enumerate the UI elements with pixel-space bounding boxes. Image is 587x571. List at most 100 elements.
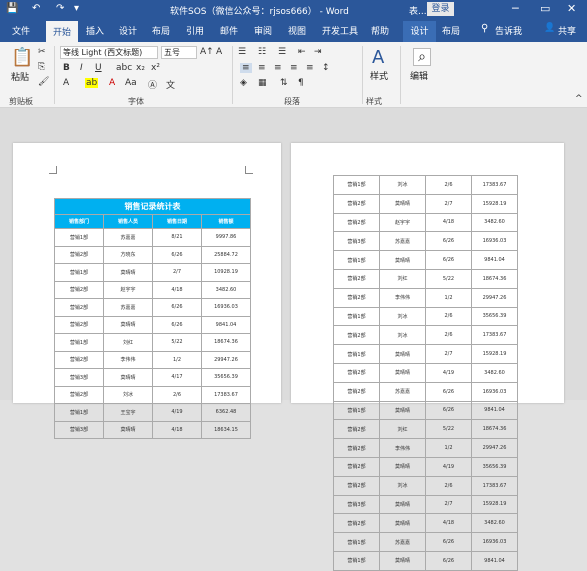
- table-cell[interactable]: 3482.60: [201, 280, 251, 299]
- table-cell[interactable]: 营销2部: [54, 245, 104, 264]
- table-cell[interactable]: 刘红: [103, 333, 153, 352]
- justify-icon[interactable]: ≡: [290, 63, 298, 73]
- table-cell[interactable]: 2/6: [152, 385, 202, 404]
- table-cell[interactable]: 刘红: [379, 419, 426, 440]
- table-cell[interactable]: 2/7: [425, 344, 472, 364]
- table-cell[interactable]: 2/7: [425, 494, 472, 515]
- table-cell[interactable]: 营销2部: [333, 212, 380, 233]
- lightbulb-icon[interactable]: ⚲: [481, 23, 488, 41]
- table-cell[interactable]: 35656.39: [471, 456, 518, 477]
- table-cell[interactable]: 16936.03: [471, 532, 518, 552]
- table-cell[interactable]: 刘冰: [103, 385, 153, 404]
- sales-table-2[interactable]: 营销1部 刘冰 2/6 17383.67 营销2部 莫晴晴 2/7 15928.19 营销2部赵…: [333, 175, 518, 571]
- table-cell[interactable]: 1/2: [425, 287, 472, 308]
- table-cell[interactable]: 6/26: [425, 381, 472, 402]
- table-cell[interactable]: 15928.19: [471, 193, 518, 214]
- table-cell[interactable]: 刘冰: [379, 325, 426, 346]
- table-row[interactable]: 营销2部 李伟伟 1/2 29947.26: [333, 287, 518, 308]
- table-row[interactable]: 营销3部 莫晴晴 4/17 35656.39: [54, 368, 251, 387]
- align-left-icon[interactable]: ≡: [240, 63, 252, 73]
- table-row[interactable]: 营销2部 莫晴晴 2/7 15928.19: [333, 193, 518, 214]
- table-cell[interactable]: 莫晴晴: [103, 368, 153, 387]
- table-cell[interactable]: 营销2部: [333, 456, 380, 477]
- table-cell[interactable]: 9841.04: [471, 400, 518, 421]
- table-cell[interactable]: 1/2: [152, 350, 202, 369]
- customize-icon[interactable]: ▾: [74, 3, 79, 14]
- save-icon[interactable]: 💾: [6, 3, 18, 14]
- table-row[interactable]: 营销3部 莫晴晴 4/18 18634.15: [54, 420, 251, 439]
- table-cell[interactable]: 17383.67: [471, 175, 518, 195]
- char-shading-icon[interactable]: Aa: [125, 78, 137, 88]
- table-cell[interactable]: 1/2: [425, 438, 472, 458]
- table-cell[interactable]: 6362.48: [201, 403, 251, 422]
- table-cell[interactable]: 9841.04: [471, 250, 518, 270]
- table-row[interactable]: 营销2部 赵宇宇 4/18 3482.60: [333, 212, 518, 233]
- table-cell[interactable]: 营销3部: [333, 494, 380, 515]
- table-cell[interactable]: 营销2部: [333, 287, 380, 308]
- table-cell[interactable]: 苏嘉嘉: [379, 532, 426, 552]
- tab-review[interactable]: 审阅: [254, 24, 272, 42]
- sales-table-1[interactable]: 销售记录统计表 销售部门 销售人员 销售日期 销售额 营销1部 苏嘉嘉 8/21 9997.…: [54, 198, 251, 439]
- table-cell[interactable]: 刘冰: [379, 175, 426, 195]
- login-button[interactable]: 登录: [427, 2, 454, 16]
- table-cell[interactable]: 16936.03: [471, 381, 518, 402]
- paste-button[interactable]: 粘贴: [11, 70, 29, 83]
- table-cell[interactable]: 刘红: [379, 268, 426, 289]
- subscript-icon[interactable]: x₂: [136, 63, 145, 73]
- table-cell[interactable]: 营销1部: [54, 403, 104, 422]
- table-row[interactable]: 营销2部 莫晴晴 4/18 3482.60: [333, 513, 518, 534]
- table-row[interactable]: 营销1部 莫晴晴 6/26 9841.04: [333, 550, 518, 571]
- table-cell[interactable]: 29947.26: [201, 350, 251, 369]
- strikethrough-icon[interactable]: abc: [116, 63, 132, 73]
- shading-icon[interactable]: ◈: [240, 78, 247, 88]
- table-cell[interactable]: 刘冰: [379, 306, 426, 327]
- table-cell[interactable]: 营销1部: [54, 263, 104, 282]
- table-cell[interactable]: 6/26: [425, 532, 472, 552]
- table-row[interactable]: 营销1部 王宝宇 4/19 6362.48: [54, 403, 251, 422]
- table-row[interactable]: 营销2部 赵宇宇 4/18 3482.60: [54, 280, 251, 299]
- table-cell[interactable]: 18674.36: [471, 268, 518, 289]
- table-cell[interactable]: 2/6: [425, 325, 472, 346]
- increase-indent-icon[interactable]: ⇥: [314, 47, 322, 57]
- phonetic-guide-icon[interactable]: 文: [166, 78, 175, 91]
- table-cell[interactable]: 15928.19: [471, 494, 518, 515]
- align-center-icon[interactable]: ≡: [258, 63, 266, 73]
- table-cell[interactable]: 2/6: [425, 475, 472, 496]
- table-row[interactable]: 营销2部 刘冰 2/6 17383.67: [333, 475, 518, 496]
- table-cell[interactable]: 3482.60: [471, 212, 518, 233]
- tab-layout[interactable]: 布局: [152, 24, 170, 42]
- font-name-combo[interactable]: 等线 Light (西文标题): [60, 46, 158, 59]
- table-cell[interactable]: 营销1部: [54, 228, 104, 247]
- enclose-char-icon[interactable]: Ⓐ: [148, 78, 157, 91]
- table-cell[interactable]: 莫晴晴: [379, 400, 426, 421]
- tab-help[interactable]: 帮助: [371, 24, 389, 42]
- table-cell[interactable]: 5/22: [425, 419, 472, 440]
- table-cell[interactable]: 4/19: [425, 362, 472, 383]
- table-cell[interactable]: 莫晴晴: [379, 250, 426, 270]
- table-cell[interactable]: 8/21: [152, 228, 202, 247]
- table-row[interactable]: 营销2部 刘冰 2/6 17383.67: [54, 385, 251, 404]
- table-cell[interactable]: 苏嘉嘉: [379, 381, 426, 402]
- tab-home[interactable]: 开始: [46, 21, 78, 42]
- font-color-small-icon[interactable]: A: [216, 47, 222, 57]
- tab-view[interactable]: 视图: [288, 24, 306, 42]
- table-cell[interactable]: 李伟伟: [379, 438, 426, 458]
- tab-references[interactable]: 引用: [186, 24, 204, 42]
- paste-icon[interactable]: 📋: [11, 47, 33, 68]
- table-cell[interactable]: 莫晴晴: [103, 315, 153, 334]
- table-cell[interactable]: 6/26: [425, 231, 472, 252]
- table-cell[interactable]: 营销2部: [333, 268, 380, 289]
- table-cell[interactable]: 9997.86: [201, 228, 251, 247]
- table-cell[interactable]: 营销2部: [333, 193, 380, 214]
- table-cell[interactable]: 赵宇宇: [103, 280, 153, 299]
- table-cell[interactable]: 营销3部: [54, 420, 104, 439]
- table-cell[interactable]: 营销1部: [333, 344, 380, 364]
- table-cell[interactable]: 苏嘉嘉: [103, 298, 153, 317]
- highlight-icon[interactable]: ab: [85, 78, 99, 88]
- tell-me-search[interactable]: 告诉我: [495, 24, 522, 42]
- table-row[interactable]: 营销1部 莫晴晴 2/7 15928.19: [333, 344, 518, 364]
- format-painter-icon[interactable]: 🖌: [38, 77, 49, 87]
- table-cell[interactable]: 6/26: [425, 400, 472, 421]
- multilevel-list-icon[interactable]: ☰: [278, 47, 286, 57]
- table-cell[interactable]: 3482.60: [471, 362, 518, 383]
